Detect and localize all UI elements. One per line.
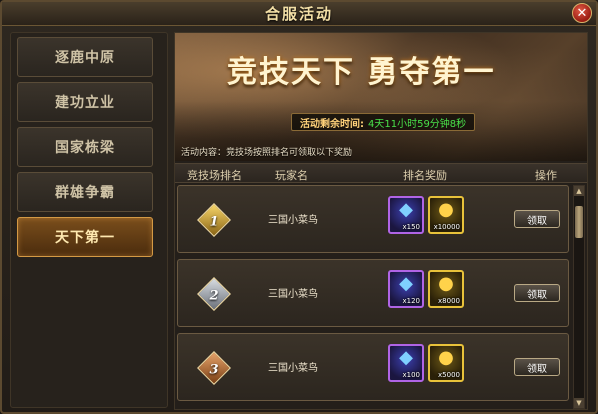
list-scrollbar[interactable]: ▲ ▼ [573,185,585,409]
gem-reward-icon[interactable]: ◆ x100 [388,344,424,382]
event-description: 活动内容：竞技场按照排名可领取以下奖励 [181,148,353,158]
table-row: 1 三国小菜鸟 ◆ x150 ● x10000 领取 [177,185,569,253]
sidebar-item-tianxia-diyi[interactable]: 天下第一 [17,217,153,257]
countdown-timer: 活动剩余时间: 4天11小时59分钟8秒 [291,113,476,131]
timer-value: 4天11小时59分钟8秒 [368,118,467,130]
scroll-up-icon[interactable]: ▲ [574,186,584,196]
ranking-list: 1 三国小菜鸟 ◆ x150 ● x10000 领取 2 三国小菜鸟 ◆ x12… [175,185,571,409]
header-action: 操作 [535,169,557,182]
close-icon: ✕ [576,5,588,21]
sidebar-item-zhulu-zhongyuan[interactable]: 逐鹿中原 [17,37,153,77]
rank-badge-icon: 1 [197,203,231,237]
timer-label: 活动剩余时间: [300,118,364,130]
header-player: 玩家名 [275,169,308,182]
scroll-thumb[interactable] [575,206,583,238]
gold-quantity: x10000 [433,223,460,231]
sidebar-item-qunxiong-zhengba[interactable]: 群雄争霸 [17,172,153,212]
table-row: 2 三国小菜鸟 ◆ x120 ● x8000 领取 [177,259,569,327]
title-bar: 合服活动 ✕ [2,2,596,26]
rank-badge-icon: 2 [197,277,231,311]
claim-button[interactable]: 领取 [514,284,560,302]
banner-headline: 竞技天下 勇夺第一 [227,55,496,90]
header-rank: 竞技场排名 [187,169,242,182]
gold-ingot-icon[interactable]: ● x5000 [428,344,464,382]
gem-quantity: x150 [402,223,420,231]
close-button[interactable]: ✕ [572,3,592,23]
gold-quantity: x5000 [438,371,460,379]
sidebar-item-jiangong-liye[interactable]: 建功立业 [17,82,153,122]
gem-reward-icon[interactable]: ◆ x150 [388,196,424,234]
sidebar-item-guojia-dongliang[interactable]: 国家栋梁 [17,127,153,167]
sidebar: 逐鹿中原 建功立业 国家栋梁 群雄争霸 天下第一 [10,32,168,408]
player-name: 三国小菜鸟 [268,289,318,300]
table-row: 3 三国小菜鸟 ◆ x100 ● x5000 领取 [177,333,569,401]
gold-quantity: x8000 [438,297,460,305]
gem-reward-icon[interactable]: ◆ x120 [388,270,424,308]
rank-badge-icon: 3 [197,351,231,385]
player-name: 三国小菜鸟 [268,363,318,374]
event-banner: 竞技天下 勇夺第一 活动剩余时间: 4天11小时59分钟8秒 活动内容：竞技场按… [175,33,587,161]
table-header: 竞技场排名 玩家名 排名奖励 操作 [175,163,587,183]
scroll-down-icon[interactable]: ▼ [574,398,584,408]
player-name: 三国小菜鸟 [268,215,318,226]
gold-ingot-icon[interactable]: ● x10000 [428,196,464,234]
claim-button[interactable]: 领取 [514,358,560,376]
activity-window: 合服活动 ✕ 逐鹿中原 建功立业 国家栋梁 群雄争霸 天下第一 竞技天下 勇夺第… [0,0,598,414]
claim-button[interactable]: 领取 [514,210,560,228]
header-reward: 排名奖励 [403,169,447,182]
window-title: 合服活动 [264,5,333,23]
main-panel: 竞技天下 勇夺第一 活动剩余时间: 4天11小时59分钟8秒 活动内容：竞技场按… [174,32,588,410]
gem-quantity: x100 [402,371,420,379]
gold-ingot-icon[interactable]: ● x8000 [428,270,464,308]
gem-quantity: x120 [402,297,420,305]
